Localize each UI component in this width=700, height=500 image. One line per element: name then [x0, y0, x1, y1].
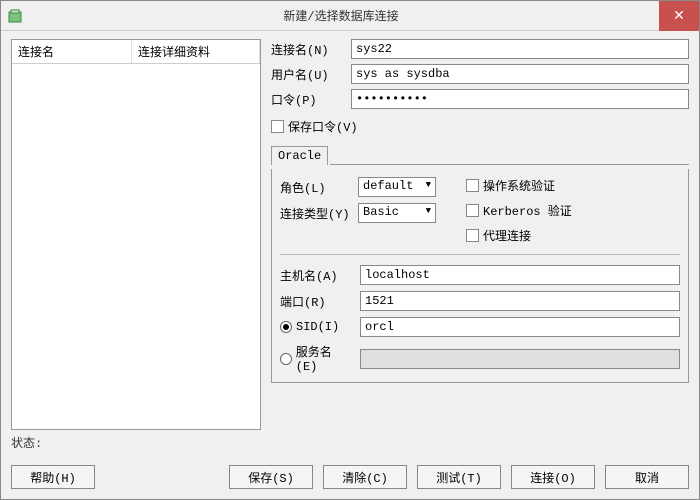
- role-select[interactable]: default: [358, 177, 436, 197]
- right-pane: 连接名(N) 用户名(U) 口令(P) 保存口令(V) Oracle: [271, 39, 689, 455]
- proxy-checkbox[interactable]: [466, 229, 479, 242]
- port-label: 端口(R): [280, 293, 352, 310]
- oracle-panel: 角色(L) default 连接类型(Y) Basic 操作系统验证 Kerbe…: [271, 169, 689, 383]
- username-input[interactable]: [351, 64, 689, 84]
- save-password-label: 保存口令(V): [288, 118, 358, 135]
- save-button[interactable]: 保存(S): [229, 465, 313, 489]
- servicename-radio-row: 服务名(E): [280, 343, 352, 374]
- servicename-label: 服务名(E): [296, 343, 352, 374]
- dialog-window: 新建/选择数据库连接 ✕ 连接名 连接详细资料 状态: 连接名(N) 用户名(U…: [0, 0, 700, 500]
- status-label: 状态:: [11, 430, 261, 455]
- sid-label: SID(I): [296, 320, 339, 334]
- conn-name-label: 连接名(N): [271, 41, 343, 58]
- content-area: 连接名 连接详细资料 状态: 连接名(N) 用户名(U) 口令(P) 保存口令(: [1, 31, 699, 459]
- osauth-label: 操作系统验证: [483, 177, 555, 194]
- window-title: 新建/选择数据库连接: [23, 7, 659, 24]
- titlebar: 新建/选择数据库连接 ✕: [1, 1, 699, 31]
- hostname-label: 主机名(A): [280, 267, 352, 284]
- role-label: 角色(L): [280, 179, 350, 196]
- connection-list[interactable]: 连接名 连接详细资料: [11, 39, 261, 430]
- tab-oracle[interactable]: Oracle: [272, 147, 327, 165]
- proxy-label: 代理连接: [483, 227, 531, 244]
- connect-button[interactable]: 连接(O): [511, 465, 595, 489]
- sid-radio[interactable]: [280, 321, 292, 333]
- test-button[interactable]: 测试(T): [417, 465, 501, 489]
- sid-input[interactable]: [360, 317, 680, 337]
- left-pane: 连接名 连接详细资料 状态:: [11, 39, 261, 455]
- save-password-checkbox[interactable]: [271, 120, 284, 133]
- app-icon: [7, 8, 23, 24]
- hostname-input[interactable]: [360, 265, 680, 285]
- conn-name-input[interactable]: [351, 39, 689, 59]
- tab-strip: Oracle: [271, 146, 328, 165]
- list-header: 连接名 连接详细资料: [12, 40, 260, 64]
- servicename-radio[interactable]: [280, 353, 292, 365]
- conntype-select[interactable]: Basic: [358, 203, 436, 223]
- kerberos-checkbox[interactable]: [466, 204, 479, 217]
- separator: [280, 254, 680, 255]
- password-label: 口令(P): [271, 91, 343, 108]
- col-conn-name[interactable]: 连接名: [12, 40, 132, 63]
- osauth-checkbox[interactable]: [466, 179, 479, 192]
- port-input[interactable]: [360, 291, 680, 311]
- username-label: 用户名(U): [271, 66, 343, 83]
- servicename-input: [360, 349, 680, 369]
- sid-radio-row: SID(I): [280, 320, 352, 334]
- close-button[interactable]: ✕: [659, 1, 699, 31]
- button-bar: 帮助(H) 保存(S) 清除(C) 测试(T) 连接(O) 取消: [1, 459, 699, 499]
- clear-button[interactable]: 清除(C): [323, 465, 407, 489]
- help-button[interactable]: 帮助(H): [11, 465, 95, 489]
- col-conn-details[interactable]: 连接详细资料: [132, 40, 260, 63]
- conntype-label: 连接类型(Y): [280, 205, 350, 222]
- cancel-button[interactable]: 取消: [605, 465, 689, 489]
- password-input[interactable]: [351, 89, 689, 109]
- kerberos-label: Kerberos 验证: [483, 202, 572, 219]
